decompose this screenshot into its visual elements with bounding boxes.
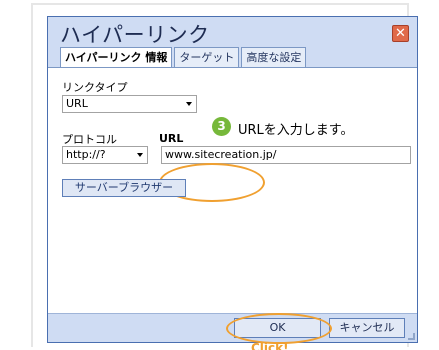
chevron-down-icon <box>137 153 143 157</box>
step-instruction: URLを入力します。 <box>238 123 354 138</box>
tab-hyperlink-info[interactable]: ハイパーリンク 情報 <box>60 47 173 68</box>
server-browser-button[interactable]: サーバーブラウザー <box>62 179 186 197</box>
link-type-value: URL <box>66 97 88 110</box>
frame-left-edge <box>31 3 33 347</box>
chevron-down-icon <box>186 102 192 106</box>
ok-highlight-oval <box>226 313 332 344</box>
link-type-label: リンクタイプ <box>62 81 128 94</box>
protocol-select[interactable]: http://? <box>62 146 148 164</box>
close-icon: ✕ <box>395 26 406 41</box>
dialog-title: ハイパーリンク <box>60 23 210 47</box>
dialog-titlebar[interactable]: ハイパーリンク ✕ ハイパーリンク 情報 ターゲット 高度な設定 <box>48 17 417 68</box>
tab-bar: ハイパーリンク 情報 ターゲット 高度な設定 <box>60 47 308 68</box>
close-button[interactable]: ✕ <box>392 25 409 42</box>
tab-target[interactable]: ターゲット <box>174 47 240 67</box>
frame-top-edge <box>31 3 409 5</box>
protocol-label: プロトコル <box>62 133 117 146</box>
url-input[interactable]: www.sitecreation.jp/ <box>161 146 411 164</box>
hyperlink-dialog: ハイパーリンク ✕ ハイパーリンク 情報 ターゲット 高度な設定 リンクタイプ … <box>47 16 418 350</box>
cancel-button[interactable]: キャンセル <box>329 318 405 338</box>
resize-handle[interactable] <box>408 333 415 340</box>
step-number-badge: 3 <box>212 117 231 136</box>
tab-advanced[interactable]: 高度な設定 <box>241 47 307 67</box>
url-label: URL <box>159 132 184 145</box>
dialog-body: リンクタイプ URL 3 URLを入力します。 プロトコル http://? U… <box>48 67 417 350</box>
protocol-value: http://? <box>66 148 106 161</box>
link-type-select[interactable]: URL <box>62 95 197 113</box>
